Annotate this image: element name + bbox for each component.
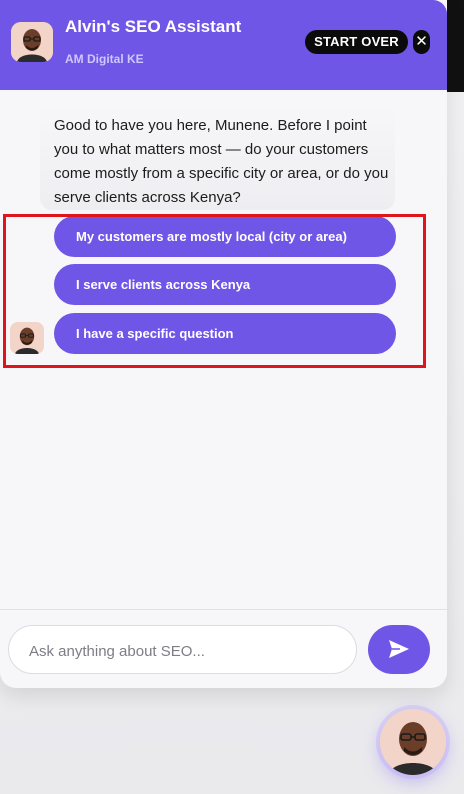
page: Alvin's SEO Assistant AM Digital KE STAR… [0,0,464,794]
highlight-annotation-box [3,214,426,368]
close-chat-button[interactable]: ✕ [413,30,430,54]
composer-divider [0,609,447,610]
message-input[interactable] [27,638,341,664]
message-input-container[interactable] [8,625,357,674]
bot-message-text: Good to have you here, Munene. Before I … [54,117,389,206]
send-icon [389,640,409,658]
chat-launcher-button[interactable] [380,709,446,775]
bot-message-bubble: Good to have you here, Munene. Before I … [40,104,395,210]
chat-window: Alvin's SEO Assistant AM Digital KE STAR… [0,0,447,688]
alvin-avatar-icon [11,22,53,62]
start-over-button[interactable]: START OVER [305,30,408,54]
company-name: AM Digital KE [65,52,144,66]
assistant-name: Alvin's SEO Assistant [65,17,242,36]
background-page-edge [446,0,464,92]
close-icon: ✕ [415,33,428,50]
send-button[interactable] [368,625,430,674]
alvin-avatar-icon [380,709,446,775]
assistant-avatar [11,22,53,62]
chat-header: Alvin's SEO Assistant AM Digital KE STAR… [0,0,447,90]
